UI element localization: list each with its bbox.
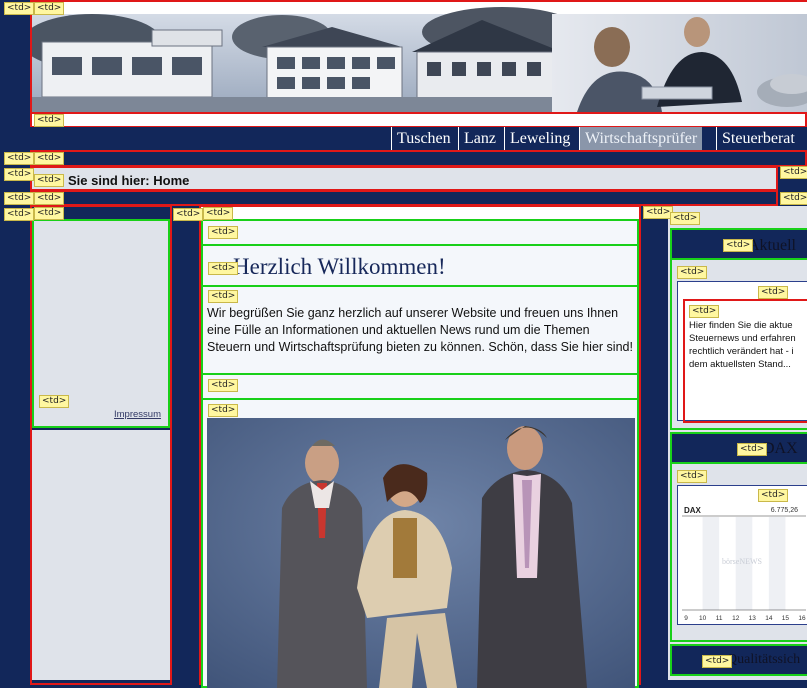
cell-tag: <td> [34, 2, 65, 15]
news-line: Steuernews und erfahren [689, 333, 796, 344]
cell-tag: <td> [677, 266, 708, 279]
dax-chart-title: DAX [684, 506, 702, 515]
cell-tag: <td> [34, 207, 65, 220]
team-photo [207, 418, 635, 688]
cell-tag: <td> [670, 212, 701, 225]
dax-band [702, 517, 720, 610]
news-line: dem aktuellsten Stand... [689, 359, 791, 370]
cell-tag: <td> [4, 208, 35, 221]
dax-chart: DAX 6.775,26 börseNEWS 9 10 11 12 13 14 15 16 [682, 506, 806, 622]
cell-tag: <td> [677, 470, 708, 483]
cell-tag: <td> [702, 655, 733, 668]
news-title: Aktuell [748, 237, 796, 254]
breadcrumb-bar: <td> Sie sind hier: Home [30, 166, 778, 191]
cell-tag: <td> [208, 290, 239, 303]
header-banner: <td> [30, 0, 807, 114]
dax-band [768, 517, 786, 610]
cell-tag: <td> [34, 174, 65, 187]
cell-tag: <td> [758, 489, 789, 502]
nav-item-tuschen[interactable]: Tuschen [391, 127, 456, 151]
dax-header: <td> DAX [670, 432, 807, 464]
cell-tag: <td> [203, 207, 234, 220]
cell-tag: <td> [208, 379, 239, 392]
dax-x-tick: 10 [699, 615, 707, 622]
main-heading-cell: <td> Herzlich Willkommen! [201, 244, 639, 287]
nav-item-lanz[interactable]: Lanz [458, 127, 501, 151]
dax-chart-value: 6.775,26 [771, 507, 798, 514]
news-cell: <td> <td> <td> Hier finden Sie die aktue… [670, 258, 807, 430]
cell-tag: <td> [4, 168, 35, 181]
cell-tag: <td> [643, 206, 674, 219]
dax-x-tick: 14 [765, 615, 773, 622]
main-photo-cell: <td> [201, 398, 639, 688]
nav-item-steuerberater[interactable]: Steuerberat [716, 127, 800, 151]
news-line: Hier finden Sie die aktue [689, 320, 793, 331]
quality-title: Qualitätssich [727, 652, 801, 667]
cell-tag: <td> [39, 395, 70, 408]
cell-tag: <td> [173, 208, 204, 221]
banner-spacer-row: <td> [30, 112, 807, 128]
dax-x-tick: 16 [798, 615, 806, 622]
left-sidebar-filler [32, 430, 170, 680]
news-line: rechtlich verändert hat - i [689, 346, 794, 357]
dax-x-tick: 15 [782, 615, 790, 622]
page-title: Herzlich Willkommen! [233, 254, 446, 279]
cell-tag: <td> [34, 152, 65, 165]
nav-spacer-row: <td> [30, 150, 807, 167]
dax-x-tick: 9 [684, 615, 688, 622]
main-spacer-cell: <td> [201, 373, 639, 400]
cell-tag: <td> [689, 305, 720, 318]
banner-image [32, 2, 807, 112]
nav-item-wirtschaftspruefer[interactable]: Wirtschaftsprüfer [579, 127, 703, 151]
main-spacer-cell: <td> [201, 219, 639, 246]
dax-x-tick: 11 [716, 615, 723, 622]
dax-title: DAX [763, 440, 798, 457]
dax-x-tick: 13 [749, 615, 757, 622]
cell-tag: <td> [758, 286, 789, 299]
breadcrumb: Sie sind hier: Home [68, 173, 190, 188]
dax-x-tick: 12 [732, 615, 740, 622]
cell-tag: <td> [34, 114, 65, 127]
nav-item-leweling[interactable]: Leweling [504, 127, 575, 151]
top-navigation: Tuschen Lanz Leweling Wirtschaftsprüfer … [30, 127, 807, 151]
dax-box: <td> DAX 6.775,26 börseNEWS 9 10 11 12 13 14 1… [677, 485, 807, 625]
news-header: <td> Aktuell [670, 228, 807, 260]
breadcrumb-spacer-row: <td> [30, 190, 778, 206]
cell-tag: <td> [34, 192, 65, 205]
dax-cell: <td> <td> DAX 6.775,26 börseNEWS 9 10 11 12… [670, 462, 807, 642]
cell-tag: <td> [737, 443, 768, 456]
cell-tag: <td> [4, 192, 35, 205]
cell-tag: <td> [780, 192, 807, 205]
quality-header: <td> Qualitätssich [670, 644, 807, 676]
main-intro-cell: <td> Wir begrüßen Sie ganz herzlich auf … [201, 285, 639, 375]
impressum-link[interactable]: Impressum [114, 409, 161, 420]
cell-tag: <td> [4, 152, 35, 165]
cell-tag: <td> [208, 404, 239, 417]
cell-tag: <td> [723, 239, 754, 252]
intro-text: Wir begrüßen Sie ganz herzlich auf unser… [207, 306, 633, 354]
cell-tag: <td> [208, 262, 239, 275]
cell-tag: <td> [4, 2, 35, 15]
news-box: <td> <td> Hier finden Sie die aktue Steu… [677, 281, 807, 423]
news-text: Hier finden Sie die aktue Steuernews und… [689, 319, 796, 371]
cell-tag: <td> [208, 226, 239, 239]
news-inner: <td> Hier finden Sie die aktue Steuernew… [683, 299, 807, 423]
left-sidebar: <td> Impressum [32, 219, 170, 428]
cell-tag: <td> [780, 166, 807, 179]
dax-watermark: börseNEWS [722, 557, 762, 566]
